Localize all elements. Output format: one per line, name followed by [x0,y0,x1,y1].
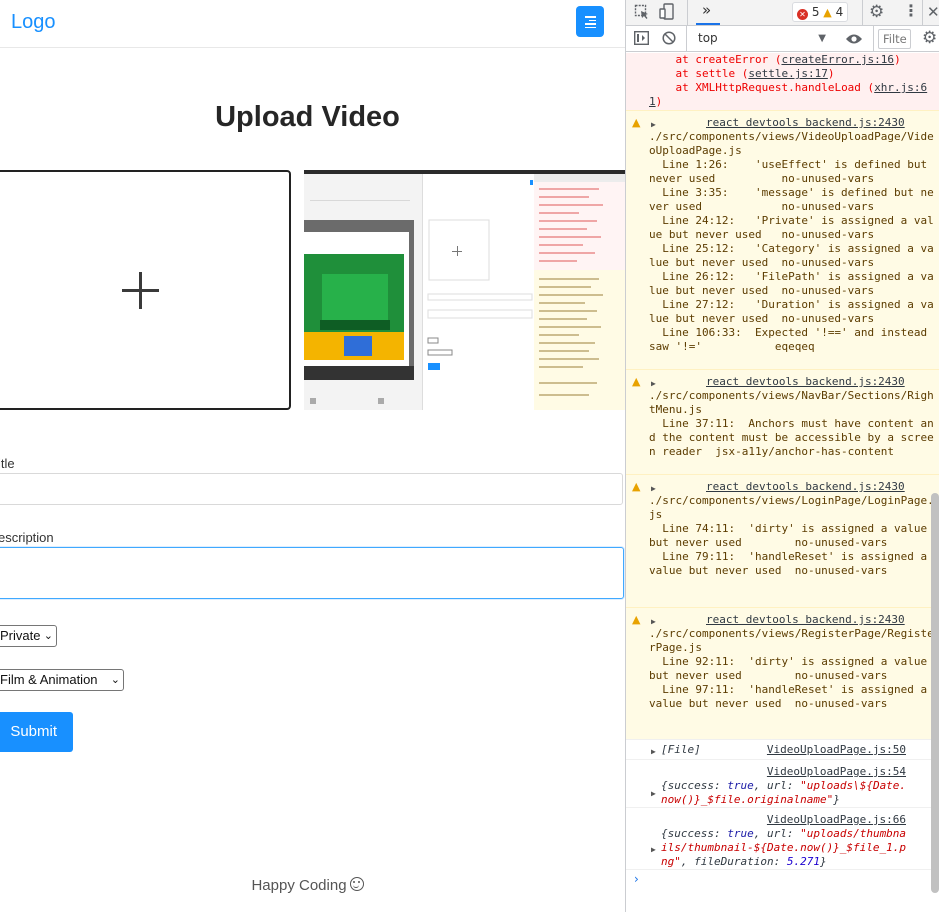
warning-text: ./src/components/views/NavBar/Sections/R… [649,389,934,458]
warning-count: 4 [835,5,844,19]
error-icon: ✕ [797,9,808,20]
devtools-panel: » ✕ 5 ▲ 4 ⚙ ⋮ ✕ top ▼ Filte ⚙ at createE… [625,0,939,912]
close-icon[interactable]: ✕ [927,5,939,20]
logo-link[interactable]: Logo [11,11,56,34]
navbar: Logo [0,0,625,48]
expand-arrow-icon[interactable]: ▶ [651,787,656,801]
page-title: Upload Video [215,101,400,133]
expand-arrow-icon[interactable]: ▶ [651,843,656,857]
plus-icon-horizontal [122,289,159,292]
console-messages: at createError (createError.js:16) at se… [626,53,939,912]
description-textarea[interactable] [0,547,624,599]
log-source-link[interactable]: VideoUploadPage.js:54 [767,765,906,779]
submit-button[interactable]: Submit [0,712,73,752]
thumbnail-preview [304,170,625,410]
warning-text: ./src/components/views/LoginPage/LoginPa… [649,494,934,577]
console-prompt[interactable]: › [626,869,939,912]
gear-icon[interactable]: ⚙ [869,4,884,21]
devtools-tabbar: » ✕ 5 ▲ 4 ⚙ ⋮ ✕ [626,0,939,26]
console-log-message[interactable]: VideoUploadPage.js:54 ▶ {success: true, … [626,759,939,807]
prompt-chevron-icon: › [634,872,639,886]
console-warning-message[interactable]: ▲ ▶ react devtools backend.js:2430 ./src… [626,607,939,739]
warning-icon: ▲ [632,116,641,129]
thumbnail-image [304,170,625,410]
console-log-message[interactable]: VideoUploadPage.js:66 ▶ {success: true, … [626,807,939,869]
console-warning-message[interactable]: ▲ ▶ react devtools backend.js:2430 ./src… [626,474,939,607]
divider [686,26,687,52]
error-source-link[interactable]: settle.js:17 [748,67,827,80]
log-source-link[interactable]: VideoUploadPage.js:66 [767,813,906,827]
sidebar-toggle-icon[interactable] [634,31,649,45]
console-filter-input[interactable]: Filte [878,29,911,49]
console-scrollbar[interactable] [931,493,939,893]
chevron-down-icon: ⌄ [43,630,53,642]
title-input[interactable] [0,473,623,505]
warning-source-link[interactable]: react devtools backend.js:2430 [706,375,905,389]
footer-text: Happy Coding [251,877,347,894]
issues-badge[interactable]: ✕ 5 ▲ 4 [792,2,849,22]
privacy-select-value: Private [0,628,41,643]
console-toolbar: top ▼ Filte ⚙ [626,26,939,52]
eye-icon[interactable] [845,33,863,45]
category-select[interactable]: Film & Animation ⌄ [0,669,124,691]
divider [873,26,874,52]
warning-icon: ▲ [632,375,641,388]
smile-icon [349,877,364,891]
warning-icon: ▲ [632,613,641,626]
title-label: itle [0,456,15,471]
chevron-down-icon: ⌄ [110,674,120,686]
console-warning-message[interactable]: ▲ ▶ react devtools backend.js:2430 ./src… [626,369,939,474]
log-value: {success: true, url: "uploads/thumbnails… [661,827,907,868]
console-error-message: at createError (createError.js:16) at se… [626,53,939,110]
context-value: top [698,31,718,45]
error-count: 5 [811,5,820,19]
warning-source-link[interactable]: react devtools backend.js:2430 [706,116,905,130]
console-warning-message[interactable]: ▲ ▶ react devtools backend.js:2430 ./src… [626,110,939,369]
active-tab-indicator [696,23,720,25]
hamburger-menu-button[interactable] [576,6,604,37]
error-source-link[interactable]: createError.js:16 [781,53,894,66]
warning-source-link[interactable]: react devtools backend.js:2430 [706,480,905,494]
more-tabs-button[interactable]: » [702,3,711,18]
kebab-menu-icon[interactable]: ⋮ [903,3,919,19]
web-app: Logo Upload Video tle escription Private… [0,0,625,912]
divider [922,0,923,26]
divider [862,0,863,26]
console-settings-gear-icon[interactable]: ⚙ [922,30,937,47]
inspect-element-icon[interactable] [634,4,650,20]
expand-arrow-icon[interactable]: ▶ [651,745,656,759]
log-value: {success: true, url: "uploads\${Date.now… [661,779,907,806]
log-source-link[interactable]: VideoUploadPage.js:50 [767,743,906,757]
warning-icon: ▲ [823,6,832,19]
warning-icon: ▲ [632,480,641,493]
description-label: escription [0,530,54,545]
error-stack-trace: at createError (createError.js:16) at se… [649,53,928,108]
console-log-message[interactable]: ▶ [File] VideoUploadPage.js:50 [626,739,939,759]
category-select-value: Film & Animation [0,672,98,687]
warning-source-link[interactable]: react devtools backend.js:2430 [706,613,905,627]
divider [687,0,688,26]
warning-text: ./src/components/views/RegisterPage/Regi… [649,627,934,710]
privacy-select[interactable]: Private ⌄ [0,625,57,647]
clear-console-icon[interactable] [662,31,676,45]
context-selector[interactable]: top ▼ [692,29,832,48]
dropdown-arrow-icon: ▼ [818,33,826,44]
warning-text: ./src/components/views/VideoUploadPage/V… [649,130,934,353]
device-toolbar-icon[interactable] [659,3,675,21]
footer: Happy Coding [0,877,615,894]
